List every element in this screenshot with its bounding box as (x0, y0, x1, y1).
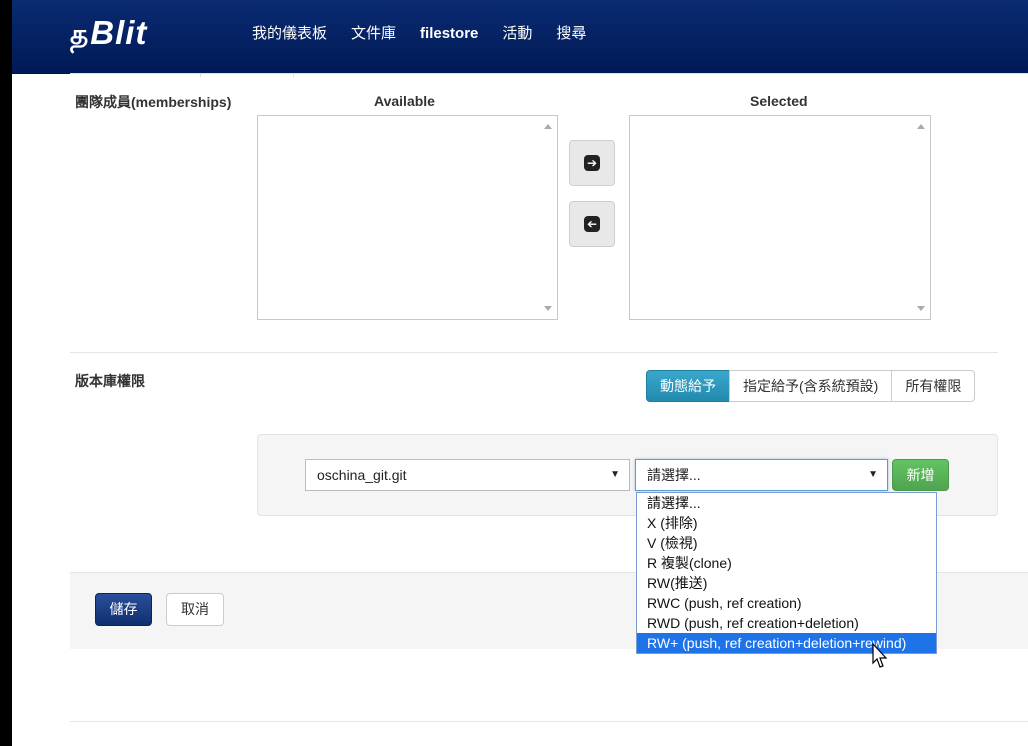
nav-filestore[interactable]: filestore (408, 24, 490, 44)
window-edge (0, 0, 12, 746)
add-permission-button[interactable]: 新增 (892, 459, 949, 491)
mode-dynamic-button[interactable]: 動態給予 (646, 370, 730, 402)
move-right-button[interactable]: ➔ (569, 140, 615, 186)
memberships-label: 團隊成員(memberships) (75, 94, 232, 110)
available-scrollbar[interactable] (540, 116, 557, 319)
arrow-left-icon: ➔ (584, 216, 600, 232)
permissions-label: 版本庫權限 (75, 373, 145, 389)
chevron-down-icon: ▼ (868, 469, 878, 480)
repository-select[interactable]: oschina_git.git ▼ (305, 459, 630, 491)
section-divider (70, 352, 998, 353)
permission-select[interactable]: 請選擇... ▼ (635, 459, 888, 491)
available-header: Available (374, 93, 435, 109)
nav-dashboard[interactable]: 我的儀表板 (240, 24, 339, 44)
nav-activity[interactable]: 活動 (490, 24, 544, 44)
arrow-right-icon: ➔ (584, 155, 600, 171)
brand-glyph: த (70, 19, 90, 50)
selected-header: Selected (750, 93, 808, 109)
repository-select-value: oschina_git.git (317, 467, 407, 483)
nav-docs[interactable]: 文件庫 (339, 24, 408, 44)
permission-option[interactable]: RWC (push, ref creation) (637, 593, 936, 613)
scroll-down-icon[interactable] (917, 306, 925, 311)
brand-logo[interactable]: தBlit (70, 14, 147, 55)
save-button[interactable]: 儲存 (95, 593, 152, 626)
mouse-pointer-icon (872, 643, 888, 668)
mode-all-button[interactable]: 所有權限 (891, 370, 976, 402)
permission-option-highlighted[interactable]: RW+ (push, ref creation+deletion+rewind) (637, 633, 936, 653)
top-navbar: தBlit 我的儀表板 文件庫 filestore 活動 搜尋 (12, 0, 1028, 74)
cancel-button[interactable]: 取消 (166, 593, 224, 626)
scroll-up-icon[interactable] (544, 124, 552, 129)
scroll-down-icon[interactable] (544, 306, 552, 311)
permission-dropdown-list: 請選擇... X (排除) V (檢視) R 複製(clone) RW(推送) … (636, 492, 937, 654)
scroll-up-icon[interactable] (917, 124, 925, 129)
permission-option[interactable]: 請選擇... (637, 493, 936, 513)
permission-option[interactable]: V (檢視) (637, 533, 936, 553)
page-divider (70, 721, 1028, 722)
permission-option[interactable]: RW(推送) (637, 573, 936, 593)
mode-assigned-button[interactable]: 指定給予(含系統預設) (729, 370, 893, 402)
selected-scrollbar[interactable] (913, 116, 930, 319)
permission-option[interactable]: RWD (push, ref creation+deletion) (637, 613, 936, 633)
permission-option[interactable]: X (排除) (637, 513, 936, 533)
available-list[interactable] (257, 115, 558, 320)
brand-text: Blit (90, 14, 148, 51)
chevron-down-icon: ▼ (610, 469, 620, 480)
main-nav: 我的儀表板 文件庫 filestore 活動 搜尋 (240, 24, 598, 44)
move-left-button[interactable]: ➔ (569, 201, 615, 247)
permission-select-value: 請選擇... (647, 467, 701, 483)
active-tab-edge (200, 73, 294, 77)
nav-search[interactable]: 搜尋 (544, 24, 598, 44)
permission-mode-toggle: 動態給予 指定給予(含系統預設) 所有權限 (646, 370, 976, 402)
permission-option[interactable]: R 複製(clone) (637, 553, 936, 573)
selected-list[interactable] (629, 115, 931, 320)
